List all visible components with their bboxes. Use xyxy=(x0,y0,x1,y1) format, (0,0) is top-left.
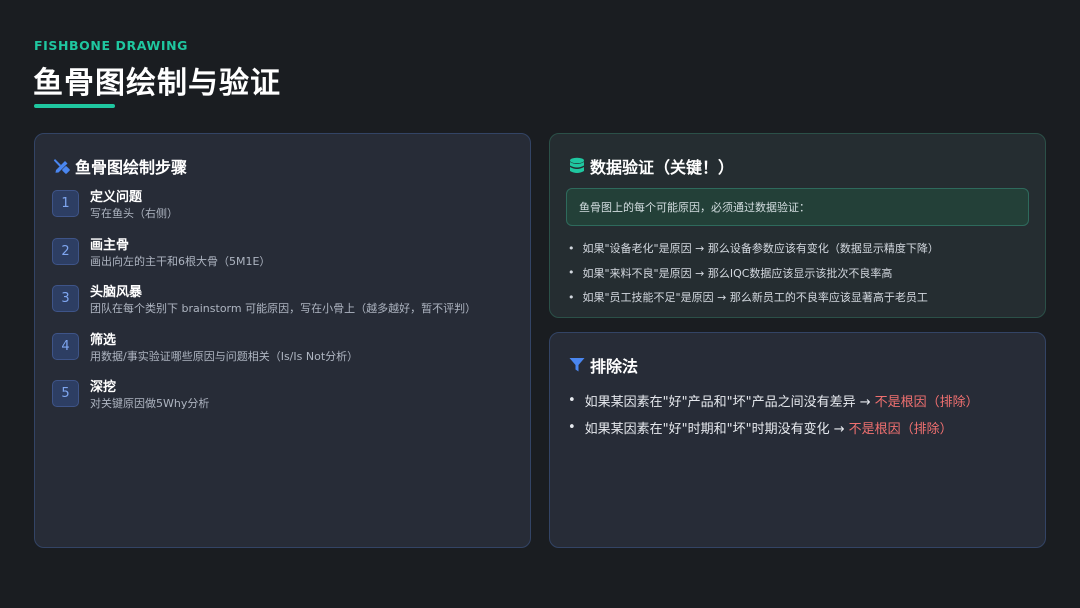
eyebrow-label: FISHBONE DRAWING xyxy=(34,38,189,53)
step-title: 定义问题 xyxy=(90,190,143,205)
list-item: • 如果"设备老化"是原因 → 那么设备参数应该有变化（数据显示精度下降） xyxy=(568,241,939,256)
step-description: 对关键原因做5Why分析 xyxy=(90,397,210,410)
exclusion-result: 不是根因（排除） xyxy=(874,395,979,410)
exclusion-condition: 如果某因素在"好"产品和"坏"产品之间没有差异 → xyxy=(584,395,871,410)
step-number-badge: 2 xyxy=(52,237,79,265)
slide: FISHBONE DRAWING 鱼骨图绘制与验证 鱼骨图绘制步骤 1 定义问题… xyxy=(0,0,1080,608)
step-item: 5 深挖 对关键原因做5Why分析 xyxy=(52,379,476,427)
page-title: 鱼骨图绘制与验证 xyxy=(33,66,281,101)
data-card-header: 数据验证（关键！） xyxy=(568,154,734,178)
exclusion-card-header: 排除法 xyxy=(568,353,638,377)
list-item: • 如果"员工技能不足"是原因 → 那么新员工的不良率应该显著高于老员工 xyxy=(568,290,928,305)
step-title: 深挖 xyxy=(90,380,117,395)
filter-icon xyxy=(568,356,586,374)
steps-card-title: 鱼骨图绘制步骤 xyxy=(75,158,188,177)
data-verification-card: 数据验证（关键！） 鱼骨图上的每个可能原因，必须通过数据验证： • 如果"设备老化… xyxy=(549,133,1046,318)
exclusion-method-card: 排除法 • 如果某因素在"好"产品和"坏"产品之间没有差异 → 不是根因（排除）… xyxy=(549,332,1046,548)
list-item: • 如果"来料不良"是原因 → 那么IQC数据应该显示该批次不良率高 xyxy=(568,266,893,280)
exclusion-card-title: 排除法 xyxy=(590,357,639,376)
exclusion-condition: 如果某因素在"好"时期和"坏"时期没有变化 → xyxy=(584,422,845,437)
step-description: 用数据/事实验证哪些原因与问题相关（Is/Is Not分析） xyxy=(90,349,359,363)
step-description: 画出向左的主干和6根大骨（5M1E） xyxy=(90,254,271,268)
step-item: 1 定义问题 写在鱼头（右侧） xyxy=(52,189,476,237)
step-item: 2 画主骨 画出向左的主干和6根大骨（5M1E） xyxy=(52,237,476,285)
steps-card: 鱼骨图绘制步骤 1 定义问题 写在鱼头（右侧） 2 画主骨 画出向左的主干和6根… xyxy=(34,133,531,548)
verification-bullet-list: • 如果"设备老化"是原因 → 那么设备参数应该有变化（数据显示精度下降） • 如果… xyxy=(568,236,939,310)
step-number-badge: 3 xyxy=(52,285,79,312)
steps-list: 1 定义问题 写在鱼头（右侧） 2 画主骨 画出向左的主干和6根大骨（5M1E）… xyxy=(52,189,476,427)
title-underline xyxy=(34,104,115,108)
step-number-badge: 4 xyxy=(52,332,79,360)
step-title: 画主骨 xyxy=(90,237,130,253)
list-item: • 如果某因素在"好"产品和"坏"产品之间没有差异 → 不是根因（排除） xyxy=(568,393,979,410)
step-title: 头脑风暴 xyxy=(90,285,143,300)
list-item: • 如果某因素在"好"时期和"坏"时期没有变化 → 不是根因（排除） xyxy=(568,420,953,437)
step-item: 3 头脑风暴 团队在每个类别下 brainstorm 可能原因，写在小骨上（越多… xyxy=(52,284,476,332)
step-description: 写在鱼头（右侧） xyxy=(90,207,178,220)
step-title: 筛选 xyxy=(90,332,117,348)
exclusion-list: • 如果某因素在"好"产品和"坏"产品之间没有差异 → 不是根因（排除） • 如… xyxy=(568,387,979,441)
data-card-title: 数据验证（关键！） xyxy=(590,158,735,177)
step-item: 4 筛选 用数据/事实验证哪些原因与问题相关（Is/Is Not分析） xyxy=(52,332,476,380)
step-description: 团队在每个类别下 brainstorm 可能原因，写在小骨上（越多越好，暂不评判… xyxy=(90,302,477,315)
pencil-ruler-icon xyxy=(53,157,71,175)
database-icon xyxy=(568,157,586,175)
steps-card-header: 鱼骨图绘制步骤 xyxy=(53,154,187,178)
verification-callout: 鱼骨图上的每个可能原因，必须通过数据验证： xyxy=(566,188,1029,226)
exclusion-result: 不是根因（排除） xyxy=(848,422,953,437)
step-number-badge: 1 xyxy=(52,190,79,217)
step-number-badge: 5 xyxy=(52,380,79,407)
